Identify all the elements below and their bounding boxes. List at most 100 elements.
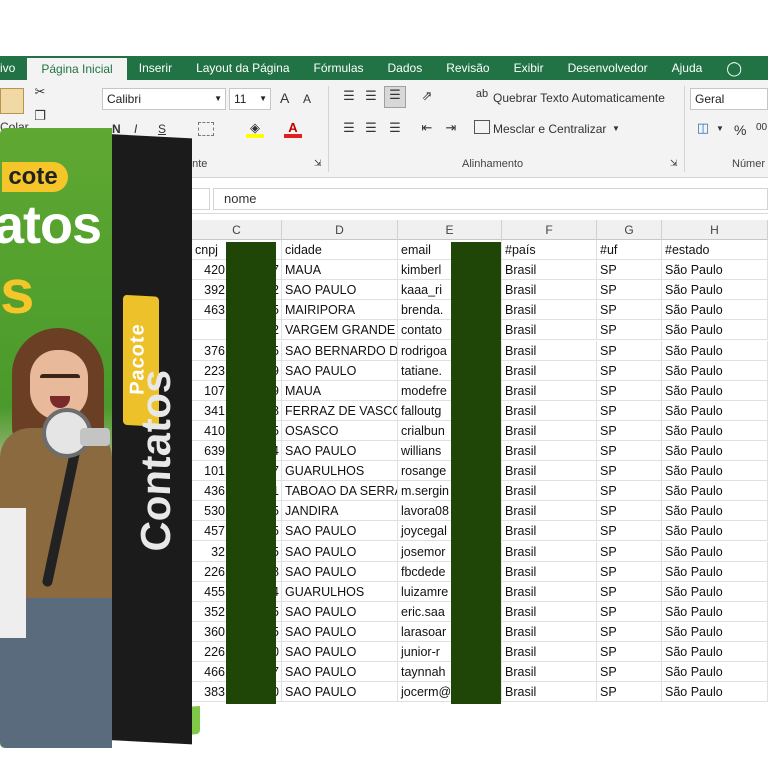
cell-pais[interactable]: Brasil <box>502 420 597 441</box>
column-header-e[interactable]: E <box>398 220 502 240</box>
tab-revisao[interactable]: Revisão <box>434 56 501 80</box>
tab-dados[interactable]: Dados <box>376 56 435 80</box>
cell-pais[interactable]: Brasil <box>502 521 597 542</box>
thousands-button[interactable]: 00 <box>756 122 767 133</box>
cell-estado[interactable]: São Paulo <box>662 280 768 301</box>
cell-estado[interactable]: São Paulo <box>662 320 768 341</box>
cell-uf[interactable]: SP <box>597 581 662 602</box>
cell-estado[interactable]: São Paulo <box>662 561 768 582</box>
font-color-icon[interactable]: A <box>284 120 302 138</box>
cell-cidade[interactable]: SAO PAULO <box>282 601 398 622</box>
wrap-text-button[interactable]: Quebrar Texto Automaticamente <box>493 91 665 105</box>
tab-formulas[interactable]: Fórmulas <box>302 56 376 80</box>
cell-pais[interactable]: Brasil <box>502 300 597 321</box>
cell-cidade[interactable]: SAO BERNARDO D <box>282 340 398 361</box>
cell-estado[interactable]: São Paulo <box>662 581 768 602</box>
tab-arquivo[interactable]: ivo <box>0 56 27 80</box>
cell-uf[interactable]: SP <box>597 380 662 401</box>
cell-estado[interactable]: São Paulo <box>662 481 768 502</box>
cell-pais[interactable]: Brasil <box>502 320 597 341</box>
cell-estado[interactable]: São Paulo <box>662 662 768 683</box>
cell-uf[interactable]: SP <box>597 501 662 522</box>
cell-cidade[interactable]: VARGEM GRANDE <box>282 320 398 341</box>
cell-cidade[interactable]: GUARULHOS <box>282 461 398 482</box>
formula-input[interactable]: nome <box>213 188 768 210</box>
merge-icon[interactable] <box>474 120 490 134</box>
orientation-icon[interactable]: ⇗ <box>416 88 438 104</box>
cell-estado[interactable]: São Paulo <box>662 642 768 663</box>
cell-uf[interactable]: SP <box>597 400 662 421</box>
tab-inserir[interactable]: Inserir <box>127 56 184 80</box>
tab-ajuda[interactable]: Ajuda <box>660 56 715 80</box>
column-header-h[interactable]: H <box>662 220 768 240</box>
field-header-uf[interactable]: #uf <box>597 240 662 261</box>
borders-icon[interactable] <box>198 122 214 136</box>
font-name-select[interactable]: Calibri ▼ <box>102 88 226 110</box>
cell-uf[interactable]: SP <box>597 561 662 582</box>
cell-cidade[interactable]: MAUA <box>282 260 398 281</box>
cell-pais[interactable]: Brasil <box>502 340 597 361</box>
merge-center-button[interactable]: Mesclar e Centralizar <box>493 122 606 136</box>
cell-estado[interactable]: São Paulo <box>662 461 768 482</box>
cell-pais[interactable]: Brasil <box>502 481 597 502</box>
align-bottom-icon[interactable]: ☰ <box>384 86 406 108</box>
cell-pais[interactable]: Brasil <box>502 380 597 401</box>
cell-pais[interactable]: Brasil <box>502 621 597 642</box>
cell-estado[interactable]: São Paulo <box>662 400 768 421</box>
field-header-pais[interactable]: #país <box>502 240 597 261</box>
scissors-icon[interactable]: ✂ <box>32 84 48 100</box>
cell-pais[interactable]: Brasil <box>502 662 597 683</box>
cell-uf[interactable]: SP <box>597 461 662 482</box>
cell-cidade[interactable]: GUARULHOS <box>282 581 398 602</box>
cell-cidade[interactable]: SAO PAULO <box>282 642 398 663</box>
cell-cidade[interactable]: OSASCO <box>282 420 398 441</box>
cell-cidade[interactable]: SAO PAULO <box>282 682 398 703</box>
align-center-icon[interactable]: ☰ <box>362 120 380 136</box>
cell-cidade[interactable]: MAIRIPORA <box>282 300 398 321</box>
cell-pais[interactable]: Brasil <box>502 280 597 301</box>
cell-pais[interactable]: Brasil <box>502 400 597 421</box>
cell-estado[interactable]: São Paulo <box>662 682 768 703</box>
cell-uf[interactable]: SP <box>597 481 662 502</box>
decrease-indent-icon[interactable]: ⇤ <box>418 120 436 136</box>
cell-estado[interactable]: São Paulo <box>662 380 768 401</box>
cell-uf[interactable]: SP <box>597 441 662 462</box>
copy-icon[interactable]: ❐ <box>32 108 48 124</box>
fill-color-icon[interactable]: ◈ <box>246 120 264 138</box>
cell-uf[interactable]: SP <box>597 340 662 361</box>
cell-estado[interactable]: São Paulo <box>662 541 768 562</box>
cell-cidade[interactable]: SAO PAULO <box>282 441 398 462</box>
cell-estado[interactable]: São Paulo <box>662 501 768 522</box>
cell-estado[interactable]: São Paulo <box>662 300 768 321</box>
cell-pais[interactable]: Brasil <box>502 561 597 582</box>
column-header-g[interactable]: G <box>597 220 662 240</box>
cell-uf[interactable]: SP <box>597 300 662 321</box>
align-top-icon[interactable]: ☰ <box>340 88 358 104</box>
dialog-launcher-icon[interactable]: ⇲ <box>670 158 678 169</box>
tab-layout-da-pagina[interactable]: Layout da Página <box>184 56 301 80</box>
cell-estado[interactable]: São Paulo <box>662 360 768 381</box>
wrap-text-icon[interactable]: ab <box>474 88 490 100</box>
cell-cidade[interactable]: FERRAZ DE VASCO <box>282 400 398 421</box>
cell-uf[interactable]: SP <box>597 360 662 381</box>
cell-uf[interactable]: SP <box>597 541 662 562</box>
align-right-icon[interactable]: ☰ <box>386 120 404 136</box>
percent-button[interactable]: % <box>734 122 746 138</box>
cell-pais[interactable]: Brasil <box>502 642 597 663</box>
align-left-icon[interactable]: ☰ <box>340 120 358 136</box>
cell-uf[interactable]: SP <box>597 642 662 663</box>
currency-icon[interactable]: ◫ <box>694 120 712 136</box>
cell-uf[interactable]: SP <box>597 260 662 281</box>
cell-cidade[interactable]: TABOAO DA SERRA <box>282 481 398 502</box>
tab-pagina-inicial[interactable]: Página Inicial <box>27 56 127 80</box>
cell-uf[interactable]: SP <box>597 601 662 622</box>
cell-pais[interactable]: Brasil <box>502 441 597 462</box>
cell-cidade[interactable]: MAUA <box>282 380 398 401</box>
shrink-font-button[interactable]: A <box>303 92 311 106</box>
cell-estado[interactable]: São Paulo <box>662 441 768 462</box>
cell-estado[interactable]: São Paulo <box>662 601 768 622</box>
tab-exibir[interactable]: Exibir <box>502 56 556 80</box>
column-header-f[interactable]: F <box>502 220 597 240</box>
cell-uf[interactable]: SP <box>597 521 662 542</box>
chevron-down-icon[interactable]: ▼ <box>716 124 724 133</box>
